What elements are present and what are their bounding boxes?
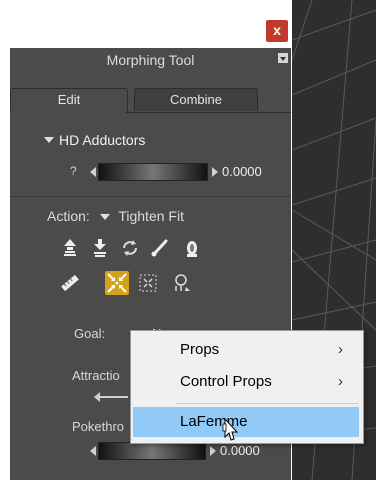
pokethrough-slider: 0.0000	[90, 442, 290, 462]
menu-item-label: Props	[180, 341, 220, 358]
collapse-arrow-icon	[44, 137, 54, 143]
restore-icon[interactable]	[182, 238, 202, 258]
value-slider[interactable]	[98, 163, 208, 181]
tighten-fit-icon[interactable]	[105, 271, 129, 295]
dropdown-arrow-icon	[99, 214, 110, 220]
tab-edit[interactable]: Edit	[10, 88, 128, 111]
menu-item-label: Control Props	[180, 373, 272, 390]
chevron-right-icon: ›	[338, 373, 343, 390]
pokethrough-label: Pokethro	[72, 419, 125, 434]
value-slider[interactable]	[98, 442, 206, 460]
decrement-arrow-icon[interactable]	[90, 446, 96, 456]
magnet-icon[interactable]	[172, 273, 192, 293]
menu-separator	[176, 403, 359, 404]
tab-bar: Edit Combine	[10, 88, 291, 113]
menu-item-lafemme[interactable]: LaFemme	[133, 407, 359, 437]
action-selector[interactable]: Action: Tighten Fit	[47, 208, 184, 224]
panel-title: Morphing Tool	[106, 52, 195, 68]
smooth-icon[interactable]	[120, 238, 140, 258]
attraction-label: Attractio	[72, 368, 120, 383]
goal-label: Goal:	[74, 326, 106, 341]
section-header[interactable]: HD Adductors	[44, 132, 244, 152]
tool-icons-row-1	[60, 238, 260, 262]
bounding-box-icon[interactable]	[138, 273, 158, 293]
tab-combine[interactable]: Combine	[134, 88, 258, 111]
section-divider	[10, 196, 291, 197]
section-title: HD Adductors	[59, 132, 146, 148]
tighten-fit-glyph	[107, 273, 127, 293]
tool-icons-row-2	[60, 271, 260, 297]
slider-value[interactable]: 0.0000	[220, 443, 260, 458]
panel-menu-icon[interactable]	[278, 53, 288, 63]
hd-adductors-section: HD Adductors ? 0.0000	[10, 112, 291, 197]
push-up-icon[interactable]	[60, 238, 80, 258]
slider-value[interactable]: 0.0000	[222, 164, 262, 179]
slider-track	[100, 396, 128, 398]
context-menu: Props › Control Props › LaFemme	[130, 330, 364, 444]
close-button[interactable]: x	[266, 20, 288, 42]
menu-item-props[interactable]: Props ›	[133, 335, 359, 365]
decrement-arrow-icon[interactable]	[90, 167, 96, 177]
ruler-icon[interactable]	[60, 273, 80, 293]
attraction-slider[interactable]	[94, 392, 134, 402]
help-icon[interactable]: ?	[70, 164, 77, 178]
increment-arrow-icon[interactable]	[212, 167, 218, 177]
push-down-icon[interactable]	[90, 238, 110, 258]
chevron-right-icon: ›	[338, 341, 343, 358]
increment-arrow-icon[interactable]	[210, 446, 216, 456]
action-value: Tighten Fit	[118, 208, 184, 224]
brush-icon[interactable]	[150, 238, 170, 258]
action-label: Action:	[47, 208, 90, 224]
menu-item-control-props[interactable]: Control Props ›	[133, 367, 359, 397]
hd-adductors-slider: ? 0.0000	[70, 162, 290, 182]
mouse-cursor-icon	[222, 418, 239, 441]
